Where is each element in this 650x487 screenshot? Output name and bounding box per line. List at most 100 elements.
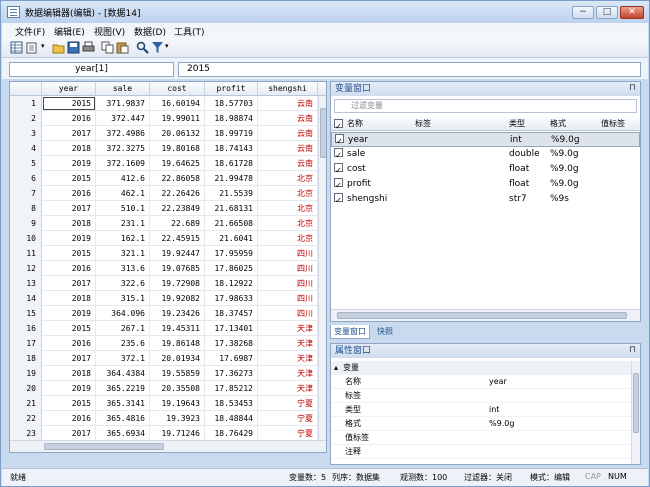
table-cell[interactable]: 2019 <box>42 156 96 171</box>
table-cell[interactable]: 四川 <box>258 261 318 276</box>
table-cell[interactable]: 北京 <box>258 231 318 246</box>
table-cell[interactable]: 19.55859 <box>150 366 205 381</box>
save-icon[interactable] <box>67 41 80 54</box>
property-row[interactable]: 注释 <box>331 445 631 459</box>
collapse-icon[interactable]: ▴ <box>334 361 338 375</box>
table-cell[interactable]: 21.6041 <box>205 231 258 246</box>
table-cell[interactable]: 412.6 <box>96 171 150 186</box>
table-cell[interactable]: 2016 <box>42 336 96 351</box>
table-cell[interactable]: 21.99478 <box>205 171 258 186</box>
property-value[interactable]: %9.0g <box>489 417 514 431</box>
table-cell[interactable]: 22.45915 <box>150 231 205 246</box>
table-cell[interactable]: 18.57703 <box>205 96 258 111</box>
row-number[interactable]: 22 <box>10 411 42 426</box>
properties-section[interactable]: ▴ 变量 <box>331 361 631 375</box>
table-cell[interactable]: 19.92082 <box>150 291 205 306</box>
row-number[interactable]: 21 <box>10 396 42 411</box>
variable-row[interactable]: ✓ year int %9.0g <box>331 132 640 147</box>
table-cell[interactable]: 372.447 <box>96 111 150 126</box>
property-value[interactable]: int <box>489 403 499 417</box>
property-row[interactable]: 类型 int <box>331 403 631 417</box>
table-cell[interactable]: 19.45311 <box>150 321 205 336</box>
table-cell[interactable]: 2016 <box>42 261 96 276</box>
table-cell[interactable]: 北京 <box>258 171 318 186</box>
variable-checkbox[interactable]: ✓ <box>334 178 343 190</box>
row-number[interactable]: 15 <box>10 306 42 321</box>
grid-horizontal-scrollbar[interactable] <box>10 440 326 452</box>
properties-scrollbar[interactable] <box>631 361 640 464</box>
header-value-label[interactable]: 值标签 <box>601 117 625 131</box>
table-cell[interactable]: 2015 <box>42 171 96 186</box>
property-row[interactable]: 格式 %9.0g <box>331 417 631 431</box>
table-cell[interactable]: 17.86025 <box>205 261 258 276</box>
table-cell[interactable]: 372.1 <box>96 351 150 366</box>
table-cell[interactable]: 19.23426 <box>150 306 205 321</box>
table-cell[interactable]: 19.07685 <box>150 261 205 276</box>
table-cell[interactable]: 云南 <box>258 141 318 156</box>
table-cell[interactable]: 宁夏 <box>258 411 318 426</box>
table-cell[interactable]: 313.6 <box>96 261 150 276</box>
property-row[interactable]: 值标签 <box>331 431 631 445</box>
row-number[interactable]: 7 <box>10 186 42 201</box>
select-all-checkbox[interactable]: ✓ <box>334 119 343 131</box>
table-cell[interactable]: 372.4986 <box>96 126 150 141</box>
browse-icon[interactable] <box>10 41 23 54</box>
table-cell[interactable]: 22.86058 <box>150 171 205 186</box>
menu-tools[interactable]: 工具(T) <box>174 25 205 38</box>
row-number[interactable]: 5 <box>10 156 42 171</box>
table-cell[interactable]: 2016 <box>42 186 96 201</box>
property-value[interactable]: year <box>489 375 507 389</box>
table-cell[interactable]: 天津 <box>258 381 318 396</box>
table-cell[interactable]: 四川 <box>258 306 318 321</box>
table-cell[interactable]: 18.61728 <box>205 156 258 171</box>
table-cell[interactable]: 2017 <box>42 276 96 291</box>
table-cell[interactable]: 231.1 <box>96 216 150 231</box>
table-cell[interactable]: 北京 <box>258 216 318 231</box>
table-cell[interactable]: 322.6 <box>96 276 150 291</box>
row-number[interactable]: 12 <box>10 261 42 276</box>
row-number[interactable]: 8 <box>10 201 42 216</box>
minimize-button[interactable]: − <box>572 6 594 19</box>
table-cell[interactable]: 天津 <box>258 351 318 366</box>
table-cell[interactable]: 372.1609 <box>96 156 150 171</box>
menu-view[interactable]: 视图(V) <box>94 25 125 38</box>
table-cell[interactable]: 20.35508 <box>150 381 205 396</box>
table-cell[interactable]: 17.95959 <box>205 246 258 261</box>
table-cell[interactable]: 462.1 <box>96 186 150 201</box>
variable-checkbox[interactable]: ✓ <box>334 193 343 205</box>
table-cell[interactable]: 18.53453 <box>205 396 258 411</box>
variable-row[interactable]: ✓ shengshi str7 %9s <box>331 192 640 207</box>
table-cell[interactable]: 2015 <box>42 246 96 261</box>
header-format[interactable]: 格式 <box>550 117 566 131</box>
variable-row[interactable]: ✓ sale double %9.0g <box>331 147 640 162</box>
row-number[interactable]: 14 <box>10 291 42 306</box>
table-cell[interactable]: 321.1 <box>96 246 150 261</box>
table-cell[interactable]: 18.12922 <box>205 276 258 291</box>
table-cell[interactable]: 18.37457 <box>205 306 258 321</box>
table-cell[interactable]: 云南 <box>258 111 318 126</box>
grid-vertical-scrollbar[interactable] <box>318 96 326 440</box>
table-cell[interactable]: 19.72908 <box>150 276 205 291</box>
variable-checkbox[interactable]: ✓ <box>334 163 343 175</box>
table-cell[interactable]: 2018 <box>42 216 96 231</box>
col-header-sale[interactable]: sale <box>96 82 150 96</box>
table-cell[interactable]: 18.74143 <box>205 141 258 156</box>
table-cell[interactable]: 2016 <box>42 111 96 126</box>
table-cell[interactable]: 云南 <box>258 156 318 171</box>
table-cell[interactable]: 2016 <box>42 411 96 426</box>
header-type[interactable]: 类型 <box>509 117 525 131</box>
property-row[interactable]: 名称 year <box>331 375 631 389</box>
table-cell[interactable]: 20.01934 <box>150 351 205 366</box>
menu-edit[interactable]: 编辑(E) <box>54 25 85 38</box>
row-number[interactable]: 16 <box>10 321 42 336</box>
table-cell[interactable]: 四川 <box>258 276 318 291</box>
table-cell[interactable]: 364.096 <box>96 306 150 321</box>
table-cell[interactable]: 20.06132 <box>150 126 205 141</box>
scroll-thumb[interactable] <box>633 373 639 433</box>
variable-row[interactable]: ✓ cost float %9.0g <box>331 162 640 177</box>
dropdown-arrow-icon[interactable]: ▾ <box>41 42 45 50</box>
pin-icon[interactable]: ⊓ <box>629 345 636 355</box>
table-cell[interactable]: 17.36273 <box>205 366 258 381</box>
row-number[interactable]: 3 <box>10 126 42 141</box>
table-cell[interactable]: 19.19643 <box>150 396 205 411</box>
